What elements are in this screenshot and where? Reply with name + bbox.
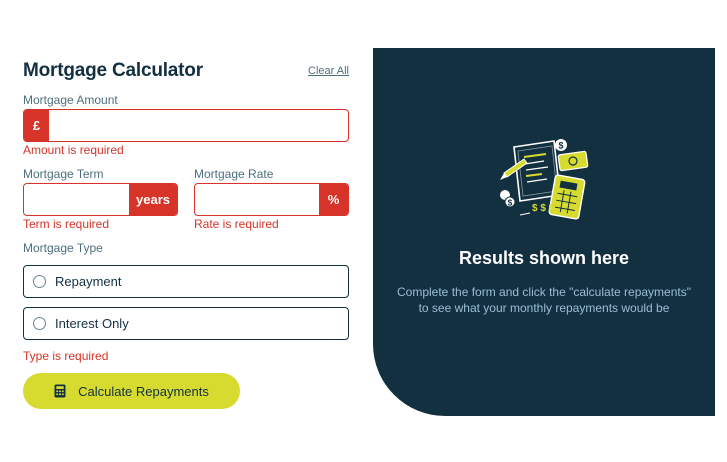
clear-all-link[interactable]: Clear All: [308, 65, 349, 77]
mortgage-term-field: years: [23, 183, 178, 216]
mortgage-rate-label: Mortgage Rate: [194, 167, 274, 181]
currency-prefix: £: [24, 110, 49, 141]
radio-label-interest-only: Interest Only: [55, 316, 129, 331]
svg-text:$: $: [508, 199, 513, 208]
mortgage-term-label: Mortgage Term: [23, 167, 104, 181]
radio-option-interest-only[interactable]: Interest Only: [23, 307, 349, 340]
term-unit-suffix: years: [129, 184, 177, 215]
results-panel: $ $ $ $ $ Results shown here Complete th…: [373, 48, 715, 416]
rate-unit-suffix: %: [319, 184, 348, 215]
page-title: Mortgage Calculator: [23, 60, 203, 81]
calculator-icon: [54, 384, 66, 398]
results-description: Complete the form and click the "calcula…: [397, 285, 691, 315]
mortgage-rate-input[interactable]: [195, 184, 319, 215]
mortgage-term-input[interactable]: [24, 184, 129, 215]
mortgage-amount-label: Mortgage Amount: [23, 93, 118, 107]
term-error: Term is required: [23, 217, 110, 231]
mortgage-amount-field: £: [23, 109, 349, 142]
amount-error: Amount is required: [23, 143, 124, 157]
radio-label-repayment: Repayment: [55, 274, 122, 289]
calculate-button-label: Calculate Repayments: [78, 383, 209, 399]
svg-text:$ $ $: $ $ $: [532, 203, 555, 214]
calculate-repayments-button[interactable]: Calculate Repayments: [23, 373, 240, 409]
radio-circle[interactable]: [33, 317, 46, 330]
rate-error: Rate is required: [194, 217, 279, 231]
mortgage-rate-field: %: [194, 183, 349, 216]
results-title: Results shown here: [458, 248, 630, 268]
radio-circle[interactable]: [33, 275, 46, 288]
radio-option-repayment[interactable]: Repayment: [23, 265, 349, 298]
svg-text:$: $: [558, 141, 563, 151]
type-error: Type is required: [23, 349, 109, 363]
mortgage-type-label: Mortgage Type: [23, 241, 103, 255]
mortgage-amount-input[interactable]: [49, 110, 348, 141]
empty-results-illustration: $ $ $ $ $: [500, 139, 589, 220]
